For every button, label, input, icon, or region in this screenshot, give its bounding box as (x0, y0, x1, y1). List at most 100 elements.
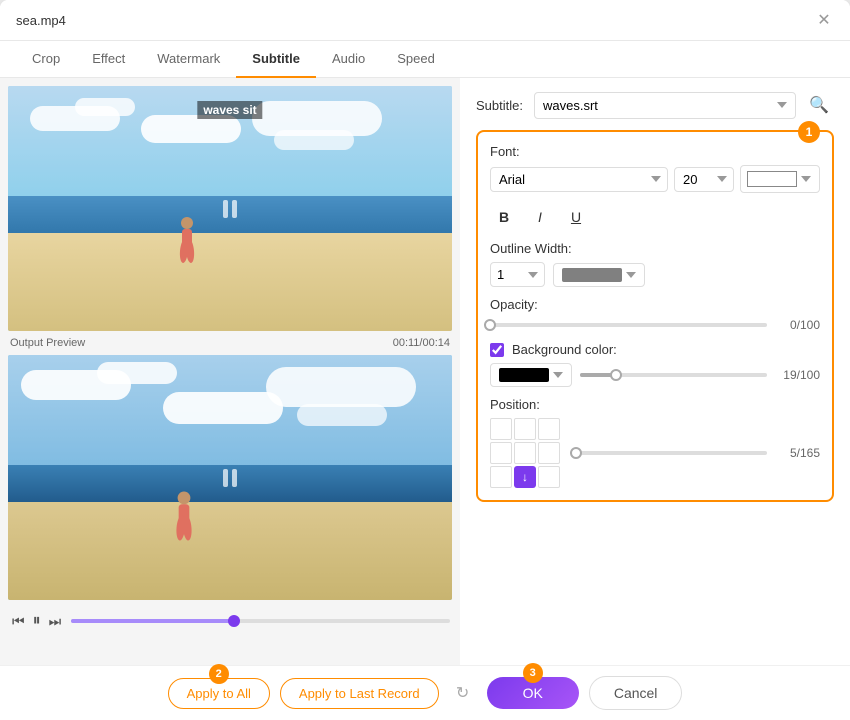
cancel-button[interactable]: Cancel (589, 676, 683, 710)
outline-section: Outline Width: 1 (490, 241, 820, 287)
bg-opacity-slider-thumb[interactable] (610, 369, 622, 381)
pos-cell-bc[interactable]: ↓ (514, 466, 536, 488)
tab-watermark[interactable]: Watermark (141, 41, 236, 78)
step-badge-2: 2 (209, 664, 229, 684)
opacity-row: 0/100 (490, 318, 820, 332)
chevron-down-icon-2 (626, 272, 636, 278)
pos-cell-mr[interactable] (538, 442, 560, 464)
bottom-row: 2 Apply to All Apply to Last Record ↻ 3 … (0, 665, 850, 720)
apply-last-button[interactable]: Apply to Last Record (280, 678, 439, 709)
bg-color-checkbox[interactable] (490, 343, 504, 357)
preview-panel: waves sit Output Preview 00:11/00:14 (0, 78, 460, 665)
pos-cell-ml[interactable] (490, 442, 512, 464)
app-window: sea.mp4 ✕ Crop Effect Watermark Subtitle… (0, 0, 850, 720)
bg-color-swatch (499, 368, 549, 382)
position-slider-row: 5/165 (570, 418, 820, 460)
font-color-button[interactable] (740, 165, 820, 193)
settings-box: 1 Font: Arial 20 (476, 130, 834, 502)
tab-subtitle[interactable]: Subtitle (236, 41, 316, 78)
subtitle-file-select[interactable]: waves.srt (534, 92, 796, 119)
cloud-b4 (266, 367, 416, 407)
cloud5 (274, 130, 354, 150)
pause-bar-b2 (232, 469, 237, 487)
cloud2 (75, 98, 135, 116)
cloud3 (141, 115, 241, 143)
font-row: Arial 20 (490, 165, 820, 193)
bg-opacity-slider-track[interactable] (580, 373, 767, 377)
outline-label: Outline Width: (490, 241, 820, 256)
bold-button[interactable]: B (490, 203, 518, 231)
cloud-b2 (97, 362, 177, 384)
ok-wrapper: 3 OK (487, 677, 579, 709)
pos-slider-track[interactable] (570, 451, 767, 455)
pause-bar-2 (232, 200, 237, 218)
font-section: Font: Arial 20 (490, 144, 820, 193)
subtitle-label: Subtitle: (476, 98, 526, 113)
prev-button[interactable]: ⏮ (10, 611, 27, 632)
tab-speed[interactable]: Speed (381, 41, 451, 78)
pos-cell-bl[interactable] (490, 466, 512, 488)
sand-bg (8, 233, 452, 331)
tab-effect[interactable]: Effect (76, 41, 141, 78)
position-grid-wrap: ↓ 5/165 (490, 418, 820, 488)
bg-color-label: Background color: (512, 342, 617, 357)
opacity-label: Opacity: (490, 297, 820, 312)
opacity-value: 0/100 (775, 318, 820, 332)
font-color-swatch (747, 171, 797, 187)
pause-icon-bottom (223, 469, 237, 487)
search-button[interactable]: 🔍 (804, 90, 834, 120)
underline-button[interactable]: U (562, 203, 590, 231)
opacity-slider-thumb[interactable] (484, 319, 496, 331)
pause-button[interactable]: ⏸ (31, 610, 43, 632)
pause-icon-top (223, 200, 237, 218)
timeline-bar: ⏮ ⏸ ⏭ (8, 604, 452, 638)
time-display: 00:11/00:14 (393, 337, 450, 349)
outline-color-button[interactable] (553, 263, 645, 287)
refresh-button[interactable]: ↻ (449, 679, 477, 707)
pos-cell-tl[interactable] (490, 418, 512, 440)
chevron-down-icon-3 (553, 372, 563, 378)
tab-crop[interactable]: Crop (16, 41, 76, 78)
sand-bg-2 (8, 502, 452, 600)
position-grid: ↓ (490, 418, 560, 488)
position-section: Position: ↓ (490, 397, 820, 488)
close-button[interactable]: ✕ (814, 10, 834, 30)
font-label: Font: (490, 144, 820, 159)
cloud-b5 (297, 404, 387, 426)
person-figure (172, 217, 202, 277)
tab-audio[interactable]: Audio (316, 41, 381, 78)
font-size-select[interactable]: 20 (674, 167, 734, 192)
chevron-down-icon (801, 176, 811, 182)
progress-track[interactable] (71, 619, 450, 623)
pos-slider-value: 5/165 (775, 446, 820, 460)
bg-opacity-value: 19/100 (775, 368, 820, 382)
outline-width-select[interactable]: 1 (490, 262, 545, 287)
pause-bar-b1 (223, 469, 228, 487)
position-label: Position: (490, 397, 820, 412)
step-badge-3: 3 (523, 663, 543, 683)
person-figure-2 (168, 491, 200, 556)
preview-label-row: Output Preview 00:11/00:14 (8, 335, 452, 351)
next-button[interactable]: ⏭ (47, 611, 64, 632)
bg-row: Background color: (490, 342, 820, 357)
right-panel: Subtitle: waves.srt 🔍 1 Font: Arial (460, 78, 850, 665)
step-badge-1: 1 (798, 121, 820, 143)
pos-cell-br[interactable] (538, 466, 560, 488)
progress-thumb[interactable] (228, 615, 240, 627)
outline-row: 1 (490, 262, 820, 287)
bg-color-button[interactable] (490, 363, 572, 387)
subtitle-overlay-top: waves sit (197, 101, 262, 119)
output-preview-label: Output Preview (10, 337, 85, 349)
font-name-select[interactable]: Arial (490, 167, 668, 192)
top-video-preview: waves sit (8, 86, 452, 331)
format-row: B I U (490, 203, 820, 231)
italic-button[interactable]: I (526, 203, 554, 231)
opacity-slider-track[interactable] (490, 323, 767, 327)
bg-controls-row: 19/100 (490, 363, 820, 387)
bottom-video-preview (8, 355, 452, 600)
title-bar: sea.mp4 ✕ (0, 0, 850, 41)
pos-cell-mc[interactable] (514, 442, 536, 464)
pos-slider-thumb[interactable] (570, 447, 582, 459)
pos-cell-tr[interactable] (538, 418, 560, 440)
pos-cell-tc[interactable] (514, 418, 536, 440)
